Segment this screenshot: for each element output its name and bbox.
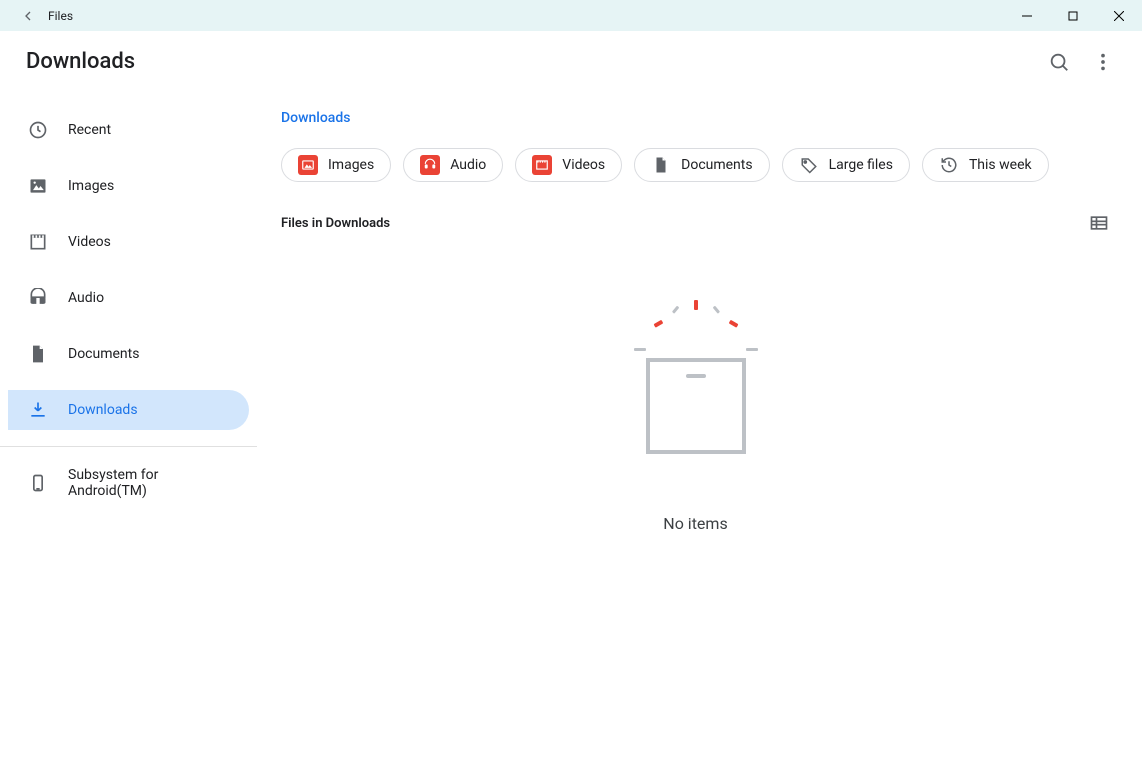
content-columns: Recent Images Vide [0,86,1142,766]
maximize-button[interactable] [1050,0,1096,31]
sidebar-item-documents[interactable]: Documents [8,334,249,374]
images-icon [28,176,48,196]
sidebar-item-label: Recent [68,122,111,138]
header: Downloads [0,31,1142,86]
search-button[interactable] [1048,51,1070,73]
minimize-button[interactable] [1004,0,1050,31]
downloads-icon [28,400,48,420]
window-controls [1004,0,1142,31]
device-icon [28,473,48,493]
filter-chip-documents[interactable]: Documents [634,148,769,182]
app-surface: Downloads [0,31,1142,766]
chip-label: Videos [562,157,605,173]
sidebar-item-label: Images [68,178,114,194]
chip-label: Images [328,157,374,173]
sidebar-item-label: Subsystem for Android(TM) [68,467,229,499]
images-icon [298,155,318,175]
sidebar: Recent Images Vide [0,86,257,766]
sidebar-item-audio[interactable]: Audio [8,278,249,318]
sidebar-item-recent[interactable]: Recent [8,110,249,150]
more-options-button[interactable] [1092,51,1114,73]
main-content: Downloads Images Audio [257,86,1142,766]
sidebar-divider [0,446,257,447]
empty-message: No items [663,514,727,533]
page-title: Downloads [26,49,135,74]
sidebar-item-label: Documents [68,346,139,362]
recent-icon [28,120,48,140]
sidebar-item-images[interactable]: Images [8,166,249,206]
back-button[interactable] [16,4,40,28]
close-button[interactable] [1096,0,1142,31]
filter-chip-images[interactable]: Images [281,148,391,182]
sidebar-item-label: Downloads [68,402,138,418]
tag-icon [799,155,819,175]
view-toggle-button[interactable] [1088,212,1110,234]
section-header: Files in Downloads [281,212,1110,234]
videos-icon [28,232,48,252]
history-icon [939,155,959,175]
audio-icon [420,155,440,175]
breadcrumb[interactable]: Downloads [281,110,1110,126]
sidebar-item-videos[interactable]: Videos [8,222,249,262]
sidebar-item-subsystem-android[interactable]: Subsystem for Android(TM) [8,463,249,503]
chip-label: Documents [681,157,752,173]
window-title: Files [48,9,73,23]
chip-label: Audio [450,157,486,173]
chip-label: Large files [829,157,893,173]
filter-chip-videos[interactable]: Videos [515,148,622,182]
filter-chip-large-files[interactable]: Large files [782,148,910,182]
filter-chip-this-week[interactable]: This week [922,148,1049,182]
documents-icon [651,155,671,175]
empty-illustration [616,294,776,474]
header-actions [1048,51,1114,73]
empty-state: No items [281,294,1110,533]
audio-icon [28,288,48,308]
sidebar-item-downloads[interactable]: Downloads [8,390,249,430]
sidebar-item-label: Audio [68,290,104,306]
videos-icon [532,155,552,175]
filter-chip-audio[interactable]: Audio [403,148,503,182]
sidebar-item-label: Videos [68,234,111,250]
titlebar: Files [0,0,1142,31]
chip-label: This week [969,157,1032,173]
filter-chip-row: Images Audio Videos [281,148,1110,182]
documents-icon [28,344,48,364]
section-title: Files in Downloads [281,216,390,231]
